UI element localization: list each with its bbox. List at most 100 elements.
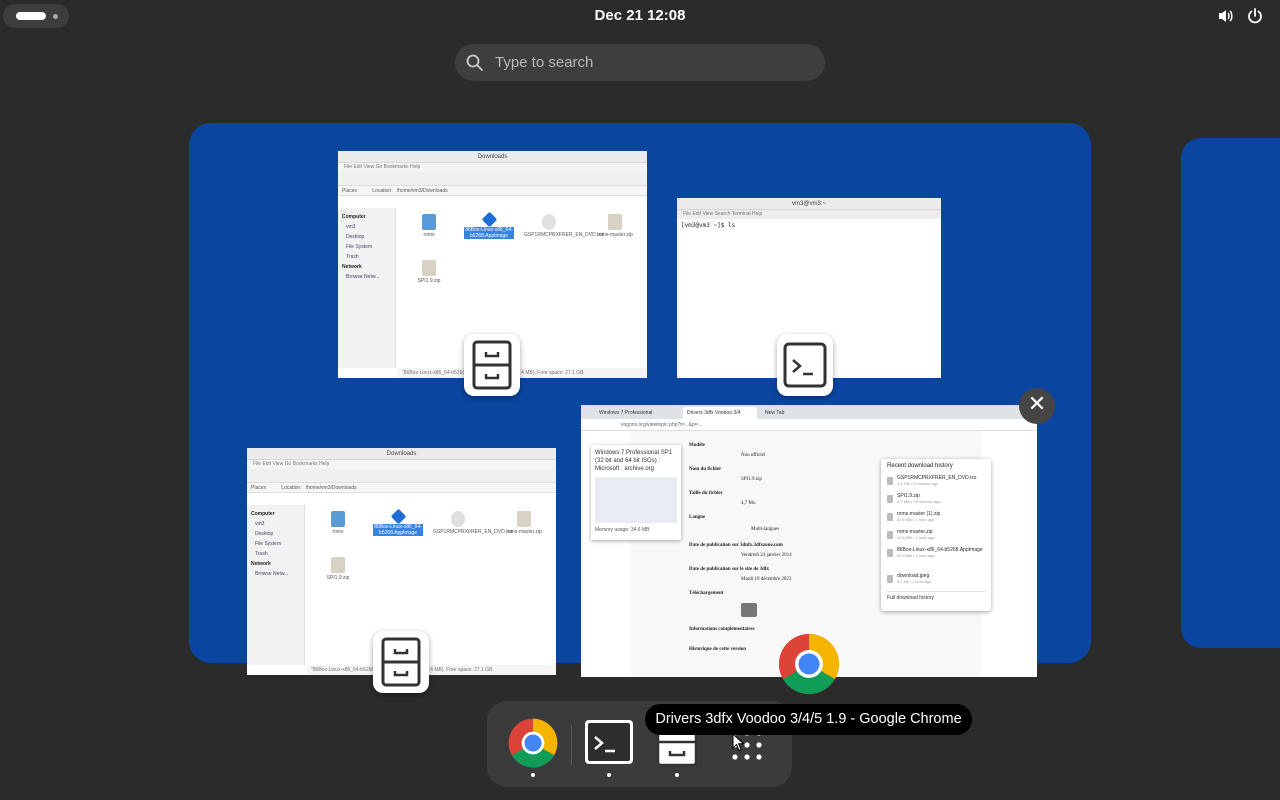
row-value: 4,7 Mo bbox=[741, 501, 756, 506]
sidebar-item-file-system: File System bbox=[255, 541, 282, 547]
search-icon bbox=[466, 54, 483, 71]
download-meta: 8.1 kB • 1 hour ago bbox=[897, 579, 932, 584]
search-input[interactable] bbox=[495, 44, 815, 81]
location-path: /home/vm3/Downloads bbox=[305, 485, 357, 491]
dash-separator bbox=[571, 725, 572, 765]
tab-strip: Windows 7 Professional Drivers 3dfx Vood… bbox=[581, 405, 1037, 419]
row-value: Multi-langues bbox=[751, 527, 780, 532]
sidebar-heading-computer: Computer bbox=[342, 214, 366, 220]
sidebar-heading-computer: Computer bbox=[251, 511, 275, 517]
top-bar: Dec 21 12:08 bbox=[0, 0, 1280, 32]
menu-bar: File Edit View Go Bookmarks Help bbox=[338, 163, 647, 172]
dash-item-chrome[interactable] bbox=[507, 717, 559, 777]
sidebar-item-file-system: File System bbox=[346, 244, 373, 250]
row-label: Téléchargement bbox=[689, 591, 724, 596]
row-label: Taille du fichier bbox=[689, 491, 723, 496]
appimage-icon bbox=[481, 211, 497, 228]
sidebar-item-desktop: Desktop bbox=[255, 531, 274, 537]
toolbar bbox=[247, 469, 556, 483]
location-label: Location: bbox=[372, 188, 393, 194]
tab-drivers-3dfx: Drivers 3dfx Voodoo 3/4 bbox=[683, 407, 757, 419]
file-item: 86Box-Linux-x86_64-b5268.AppImage bbox=[464, 211, 514, 239]
disc-icon bbox=[451, 511, 465, 527]
row-value: Vendredi 24 janvier 2014 bbox=[741, 553, 792, 558]
status-bar: "86Box-Linux-x86_64-b5268.AppImage" sele… bbox=[307, 665, 556, 675]
window-title: Downloads bbox=[247, 448, 556, 460]
file-label: roms bbox=[423, 232, 435, 238]
mouse-cursor-icon bbox=[732, 733, 745, 752]
chrome-icon bbox=[778, 634, 840, 695]
workspace-next[interactable] bbox=[1181, 138, 1280, 648]
window-title: Downloads bbox=[338, 151, 647, 163]
row-label: Informations complémentaires bbox=[689, 627, 755, 632]
running-indicator bbox=[531, 773, 535, 777]
terminal-app-badge bbox=[777, 334, 833, 396]
file-item: roms-master.zip bbox=[590, 214, 640, 238]
file-label: roms bbox=[332, 529, 344, 535]
file-item: GSP1RMCPRXFRER_EN_DVD.iso bbox=[524, 214, 603, 238]
menu-bar: File Edit View Go Bookmarks Help bbox=[247, 460, 556, 469]
download-meta: 53.4 MB • 1 hour ago bbox=[897, 553, 935, 558]
sidebar-item-trash: Trash bbox=[255, 551, 268, 557]
zip-icon bbox=[422, 260, 436, 276]
file-label: SPI1.9.zip bbox=[326, 575, 350, 581]
file-item: roms bbox=[404, 214, 454, 238]
close-window-button[interactable]: ✕ bbox=[1019, 388, 1055, 424]
running-indicator bbox=[607, 773, 611, 777]
running-indicator bbox=[675, 773, 679, 777]
row-value: SPI1.9.zip bbox=[741, 477, 762, 482]
zip-icon bbox=[331, 557, 345, 573]
file-label: roms-master.zip bbox=[597, 232, 633, 238]
file-item: roms bbox=[313, 511, 363, 535]
download-meta: 3.4 GB • 9 minutes ago bbox=[897, 481, 939, 486]
volume-icon[interactable] bbox=[1217, 7, 1235, 25]
row-label: Langue bbox=[689, 515, 706, 520]
tab-windows7: Windows 7 Professional bbox=[599, 410, 653, 416]
download-item: download.jpeg 8.1 kB • 1 hour ago bbox=[887, 573, 985, 591]
full-download-history-link: Full download history bbox=[887, 591, 985, 601]
sidebar-heading-network: Network bbox=[251, 561, 271, 567]
file-label: 86Box-Linux-x86_64-b5268.AppImage bbox=[464, 227, 514, 239]
zip-icon bbox=[608, 214, 622, 230]
sidebar-item-browse-network: Browse Netw... bbox=[346, 274, 380, 280]
row-value: Non officiel bbox=[741, 453, 766, 458]
terminal-icon bbox=[585, 720, 633, 764]
terminal-icon bbox=[783, 342, 827, 388]
file-item: SPI1.9.zip bbox=[313, 557, 363, 581]
file-label: 86Box-Linux-x86_64-b5268.AppImage bbox=[373, 524, 423, 536]
file-label: GSP1RMCPRXFRER_EN_DVD.iso bbox=[433, 529, 513, 535]
menu-bar: File Edit View Search Terminal Help bbox=[677, 210, 941, 219]
window-title: vm3@vm3:~ bbox=[677, 198, 941, 210]
hover-card-title: Windows 7 Professional SP1 (32 bit and 6… bbox=[595, 450, 673, 472]
sidebar-places-label: Places bbox=[251, 485, 267, 491]
download-item: 86Box-Linux-x86_64-b5268.AppImage 53.4 M… bbox=[887, 547, 985, 573]
disc-icon bbox=[542, 214, 556, 230]
file-cabinet-icon bbox=[381, 637, 421, 687]
download-meta: 42.6 MB • 1 hour ago bbox=[897, 535, 935, 540]
file-label: SPI1.9.zip bbox=[417, 278, 441, 284]
file-item: 86Box-Linux-x86_64-b5268.AppImage bbox=[373, 508, 423, 536]
location-bar: Places Location: /home/vm3/Downloads bbox=[247, 483, 556, 493]
folder-icon bbox=[331, 511, 345, 527]
sidebar: Computer vm3 Desktop File System Trash N… bbox=[247, 505, 305, 665]
floppy-icon bbox=[741, 603, 757, 617]
downloads-panel: Recent download history GSP1RMCPRXFRER_E… bbox=[881, 459, 991, 611]
location-path: /home/vm3/Downloads bbox=[396, 188, 448, 194]
status-bar: "86Box-Linux-x86_64-b5268.AppImage" sele… bbox=[398, 368, 647, 378]
download-item: GSP1RMCPRXFRER_EN_DVD.iso 3.4 GB • 9 min… bbox=[887, 475, 985, 493]
file-cabinet-icon bbox=[472, 340, 512, 390]
sidebar-item-vm3: vm3 bbox=[346, 224, 356, 230]
download-item: roms-master.zip 42.6 MB • 1 hour ago bbox=[887, 529, 985, 547]
search-entry[interactable] bbox=[455, 44, 825, 81]
dash-item-terminal[interactable] bbox=[583, 717, 635, 777]
row-value: Mardi 19 décembre 2023 bbox=[741, 577, 792, 582]
row-label: Date de publication sur 3dnfx.3dfxzone.c… bbox=[689, 543, 783, 548]
tab-new-tab: New Tab bbox=[765, 410, 785, 416]
toolbar bbox=[338, 172, 647, 186]
clock[interactable]: Dec 21 12:08 bbox=[0, 7, 1280, 24]
power-icon[interactable] bbox=[1246, 7, 1264, 25]
appimage-icon bbox=[390, 508, 406, 525]
download-item: SPI1.9.zip 4.7 MB • 28 minutes ago bbox=[887, 493, 985, 511]
download-meta: 4.7 MB • 28 minutes ago bbox=[897, 499, 941, 504]
downloads-title: Recent download history bbox=[887, 463, 953, 469]
